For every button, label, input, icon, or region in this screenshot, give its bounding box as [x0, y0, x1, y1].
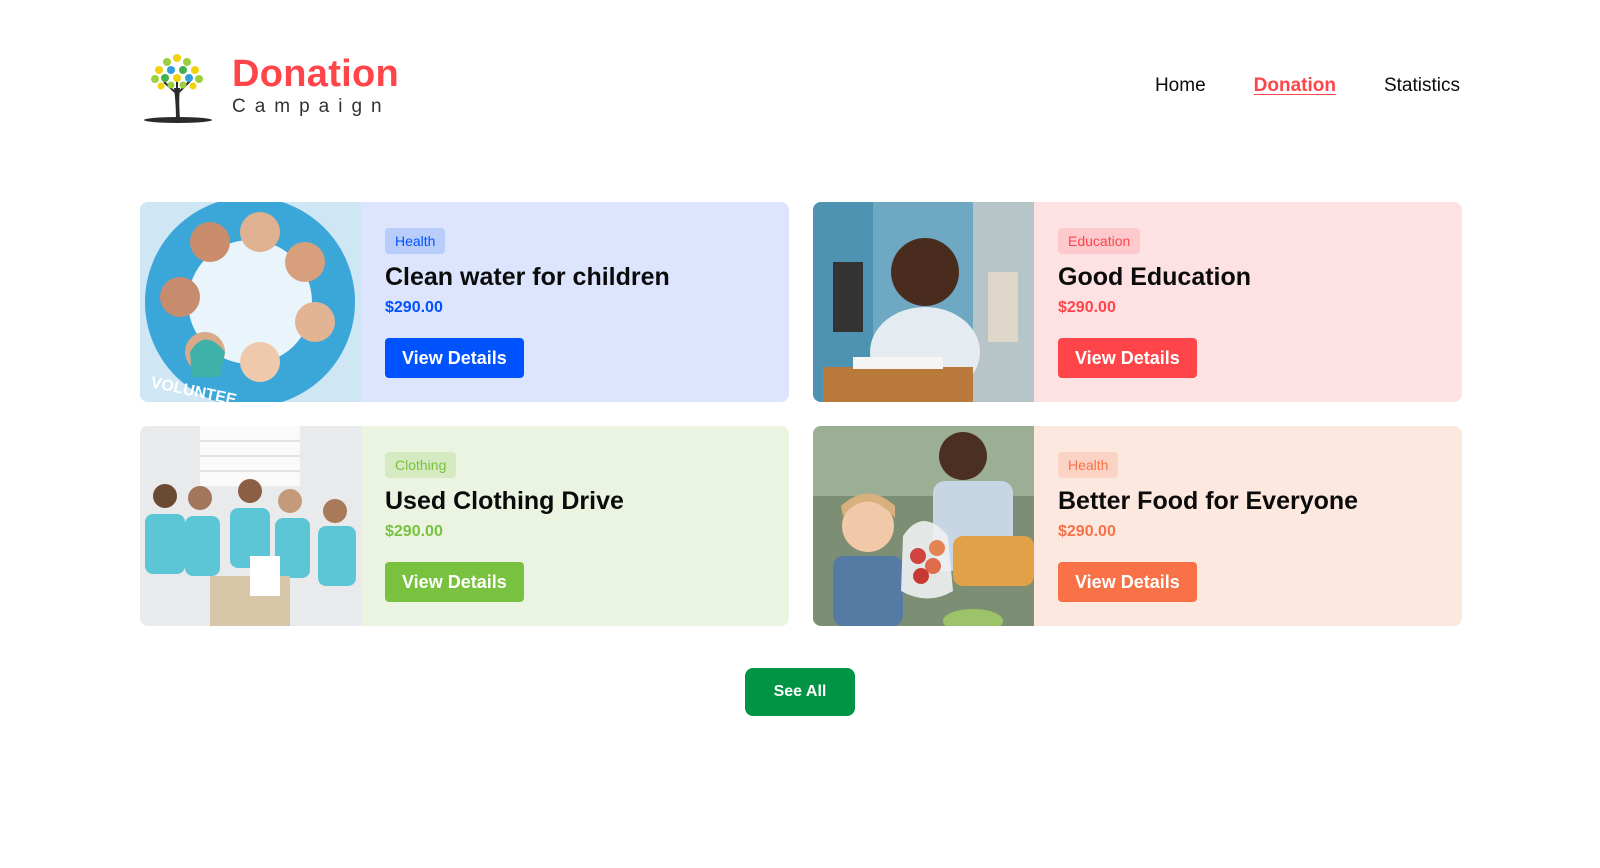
category-tag: Health	[1058, 452, 1119, 478]
brand: Donation Campaign	[232, 54, 399, 118]
card-image-volunteers-circle[interactable]: VOLUNTEE	[140, 202, 361, 402]
card-body: Clothing Used Clothing Drive $290.00 Vie…	[361, 426, 789, 626]
card-title: Good Education	[1058, 263, 1252, 291]
donation-card[interactable]: VOLUNTEE Health Clean water for children…	[140, 202, 789, 402]
card-image-clothing-volunteers[interactable]	[140, 426, 361, 626]
view-details-button[interactable]: View Details	[1058, 338, 1197, 378]
card-body: Health Better Food for Everyone $290.00 …	[1034, 426, 1462, 626]
view-details-button[interactable]: View Details	[1058, 562, 1197, 602]
card-body: Health Clean water for children $290.00 …	[361, 202, 789, 402]
view-details-button[interactable]: View Details	[385, 338, 524, 378]
nav-donation[interactable]: Donation	[1254, 74, 1336, 98]
main-nav: Home Donation Statistics	[1155, 74, 1460, 98]
site-header: Donation Campaign Home Donation Statisti…	[140, 48, 1460, 124]
card-price: $290.00	[1058, 299, 1116, 316]
donation-card[interactable]: Education Good Education $290.00 View De…	[813, 202, 1462, 402]
nav-statistics[interactable]: Statistics	[1384, 74, 1460, 98]
brand-title: Donation	[232, 53, 400, 95]
donation-card[interactable]: Clothing Used Clothing Drive $290.00 Vie…	[140, 426, 789, 626]
card-body: Education Good Education $290.00 View De…	[1034, 202, 1462, 402]
card-price: $290.00	[385, 523, 443, 540]
donation-grid: VOLUNTEE Health Clean water for children…	[140, 202, 1462, 626]
see-all-button[interactable]: See All	[745, 668, 855, 716]
category-tag: Health	[385, 228, 446, 254]
brand-subtitle: Campaign	[232, 96, 391, 117]
card-price: $290.00	[385, 299, 443, 316]
category-tag: Education	[1058, 228, 1141, 254]
see-all-container: See All	[0, 668, 1600, 716]
view-details-button[interactable]: View Details	[385, 562, 524, 602]
card-image-food-donation[interactable]	[813, 426, 1034, 626]
category-tag: Clothing	[385, 452, 457, 478]
card-title: Clean water for children	[385, 263, 670, 291]
card-image-student-classroom[interactable]	[813, 202, 1034, 402]
card-title: Better Food for Everyone	[1058, 487, 1359, 515]
donation-card[interactable]: Health Better Food for Everyone $290.00 …	[813, 426, 1462, 626]
card-price: $290.00	[1058, 523, 1116, 540]
nav-home[interactable]: Home	[1155, 74, 1206, 98]
card-title: Used Clothing Drive	[385, 487, 624, 515]
tree-logo-icon[interactable]	[140, 48, 216, 124]
